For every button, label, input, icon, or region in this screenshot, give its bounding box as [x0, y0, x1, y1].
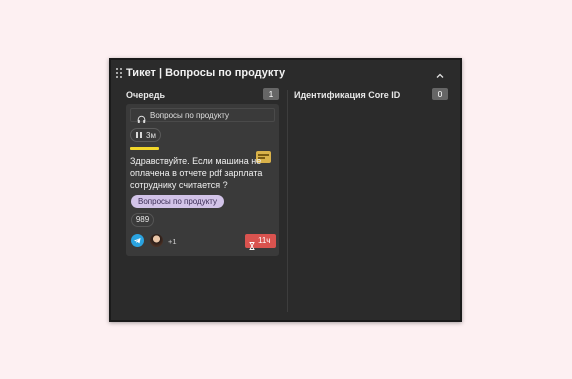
sla-value: 11ч: [258, 236, 271, 245]
telegram-icon: [131, 234, 144, 247]
timer-pill[interactable]: 3м: [130, 128, 161, 142]
avatar[interactable]: [150, 234, 163, 247]
chevron-up-icon[interactable]: [435, 68, 445, 78]
column-title: Идентификация Core ID: [294, 90, 401, 100]
extra-participants-count[interactable]: +1: [168, 237, 177, 246]
widget-header: Тикет | Вопросы по продукту: [111, 60, 460, 88]
headset-icon: [137, 111, 146, 123]
ticket-widget: Тикет | Вопросы по продукту Очередь 1 Ид…: [109, 58, 462, 322]
column-title: Очередь: [126, 90, 165, 100]
timer-value: 3м: [146, 131, 156, 140]
pause-icon: [136, 132, 142, 138]
ticket-number: 989: [131, 213, 154, 227]
column-header-queue: Очередь 1: [126, 88, 279, 102]
topic-label: Вопросы по продукту: [150, 111, 230, 120]
sla-badge: 11ч: [245, 234, 276, 250]
ticket-card[interactable]: Вопросы по продукту 3м Здравствуйте. Есл…: [126, 104, 279, 256]
topic-tag[interactable]: Вопросы по продукту: [131, 195, 225, 208]
column-divider: [287, 90, 288, 312]
column-count-badge: 1: [263, 88, 279, 100]
ticket-topic: Вопросы по продукту: [130, 108, 275, 123]
progress-bar: [130, 147, 159, 150]
drag-handle-icon[interactable]: [116, 68, 123, 79]
column-header-core-id: Идентификация Core ID 0: [294, 88, 448, 102]
ticket-message: Здравствуйте. Если машина не оплачена в …: [130, 156, 263, 190]
column-count-badge: 0: [432, 88, 448, 100]
widget-title: Тикет | Вопросы по продукту: [126, 67, 286, 79]
hourglass-icon: [249, 237, 255, 250]
